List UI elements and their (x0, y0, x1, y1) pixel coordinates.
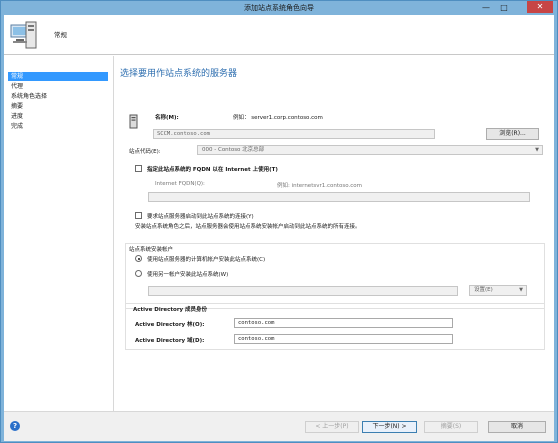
nav-item-role-selection[interactable]: 系统角色选择 (8, 92, 108, 101)
ad-domain-input[interactable]: contoso.com (234, 334, 453, 344)
fqdn-checkbox-label: 指定此站点系统的 FQDN 以在 Internet 上使用(T) (147, 167, 278, 173)
nav-item-summary[interactable]: 摘要 (8, 102, 108, 111)
radio-other-account[interactable] (135, 270, 142, 277)
require-connection-label: 要求站点服务器启动到此站点系统的连接(Y) (147, 214, 254, 220)
fqdn-input[interactable] (148, 192, 530, 202)
settings-dropdown-button[interactable]: 设置(E) ▼ (469, 285, 527, 296)
wizard-footer: ? < 上一步(P) 下一步(N) > 摘要(S) 取消 (4, 411, 554, 441)
wizard-nav: 常规 代理 系统角色选择 摘要 进度 完成 (4, 56, 114, 411)
window-title: 添加站点系统角色向导 (244, 4, 314, 12)
require-connection-note: 安装站点系统角色之后，站点服务器会使用站点系统安装帐户启动到此站点系统的所有连接… (135, 224, 361, 230)
nav-item-proxy[interactable]: 代理 (8, 82, 108, 91)
ad-group-title: Active Directory 成员身份 (133, 307, 208, 313)
fqdn-label: Internet FQDN(Q): (155, 181, 205, 187)
nav-item-progress[interactable]: 进度 (8, 112, 108, 121)
wizard-client: 常规 常规 代理 系统角色选择 摘要 进度 完成 选择要用作站点系统的服务器 名… (4, 15, 554, 441)
chevron-down-icon: ▼ (519, 287, 523, 293)
browse-button[interactable]: 浏览(R)... (486, 128, 539, 140)
name-example: 例如： server1.corp.contoso.com (233, 115, 323, 121)
wizard-main: 选择要用作站点系统的服务器 名称(M): 例如： server1.corp.co… (115, 56, 554, 411)
radio-computer-account[interactable] (135, 255, 142, 262)
site-code-label: 站点代码(E): (129, 149, 161, 155)
header-title: 常规 (54, 31, 67, 39)
close-button[interactable]: ✕ (527, 1, 553, 13)
fqdn-checkbox[interactable] (135, 165, 142, 172)
fqdn-example: 例如: internetsvr1.contoso.com (277, 183, 363, 189)
minimize-button[interactable]: — (479, 2, 493, 13)
site-code-value: 000 - Contoso 北京总部 (202, 147, 265, 153)
ad-domain-label: Active Directory 域(D): (135, 338, 205, 344)
server-icon (10, 21, 37, 49)
nav-item-general[interactable]: 常规 (8, 72, 108, 81)
summary-button[interactable]: 摘要(S) (424, 421, 478, 433)
install-account-group-title: 站点系统安装帐户 (129, 247, 174, 253)
name-label: 名称(M): (155, 115, 179, 121)
site-code-select[interactable]: 000 - Contoso 北京总部 ▼ (197, 145, 543, 155)
server-small-icon (129, 114, 138, 129)
radio-other-account-label: 使用另一帐户安装此站点系统(W) (147, 272, 229, 278)
name-input[interactable]: SCCM.contoso.com (153, 129, 435, 139)
previous-button[interactable]: < 上一步(P) (305, 421, 359, 433)
next-button[interactable]: 下一步(N) > (362, 421, 417, 433)
wizard-header: 常规 (4, 15, 554, 55)
other-account-input[interactable] (148, 286, 458, 296)
chevron-down-icon: ▼ (535, 147, 539, 153)
maximize-button[interactable]: □ (497, 2, 511, 13)
require-connection-checkbox[interactable] (135, 212, 142, 219)
title-bar[interactable]: 添加站点系统角色向导 — □ ✕ (1, 1, 557, 15)
ad-forest-label: Active Directory 林(O): (135, 322, 205, 328)
wizard-window: 添加站点系统角色向导 — □ ✕ 常规 常规 代理 系统角色选择 摘要 进度 完… (0, 0, 558, 443)
help-icon[interactable]: ? (10, 421, 20, 431)
radio-computer-account-label: 使用站点服务器的计算机帐户安装此站点系统(C) (147, 257, 266, 263)
page-title: 选择要用作站点系统的服务器 (120, 69, 238, 79)
cancel-button[interactable]: 取消 (488, 421, 546, 433)
nav-item-completion[interactable]: 完成 (8, 122, 108, 131)
settings-button-label: 设置(E) (474, 287, 493, 293)
ad-forest-input[interactable]: contoso.com (234, 318, 453, 328)
